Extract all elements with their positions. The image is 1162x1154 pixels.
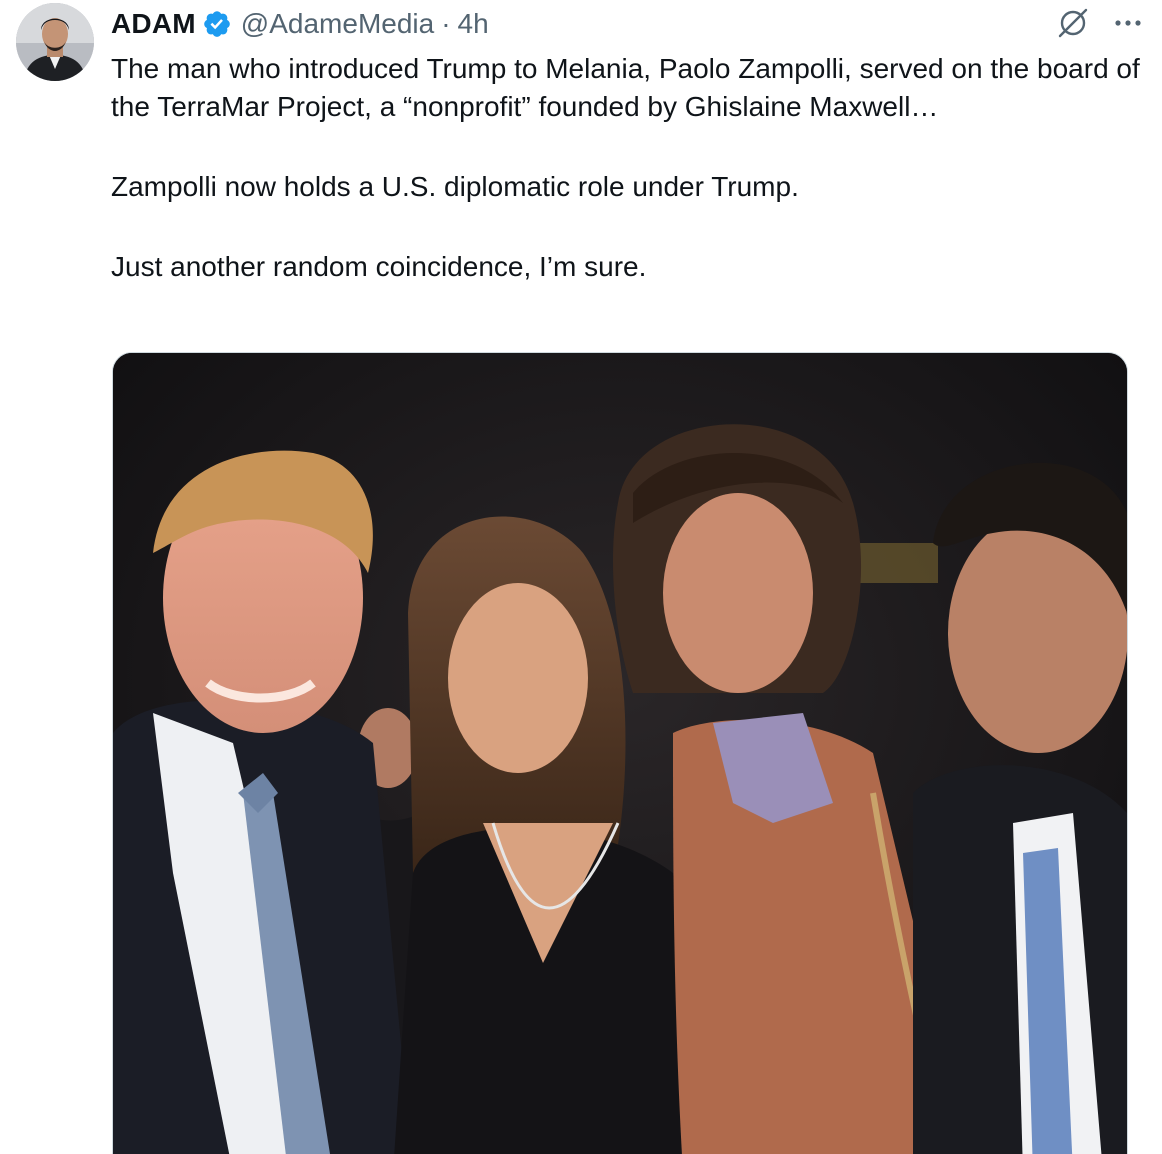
avatar[interactable] [16,3,94,81]
display-name[interactable]: ADAM [111,8,196,40]
more-options-icon[interactable] [1113,6,1143,40]
tweet-photo[interactable] [112,352,1128,1154]
verified-badge-icon[interactable] [202,9,232,39]
avatar-image [16,3,94,81]
handle[interactable]: @AdameMedia [241,8,434,40]
grok-icon[interactable] [1056,6,1090,40]
tweet-paragraph: Zampolli now holds a U.S. diplomatic rol… [111,171,799,202]
timestamp[interactable]: 4h [458,8,489,40]
separator-dot: · [441,8,451,39]
tweet-paragraph: The man who introduced Trump to Melania,… [111,53,1140,122]
tweet-text: The man who introduced Trump to Melania,… [111,50,1141,286]
tweet-paragraph: Just another random coincidence, I’m sur… [111,251,647,282]
tweet[interactable]: ADAM @AdameMedia · 4h The man who introd… [0,0,1162,1154]
photo-icon [113,353,1127,1154]
tweet-header: ADAM @AdameMedia · 4h [111,4,489,44]
